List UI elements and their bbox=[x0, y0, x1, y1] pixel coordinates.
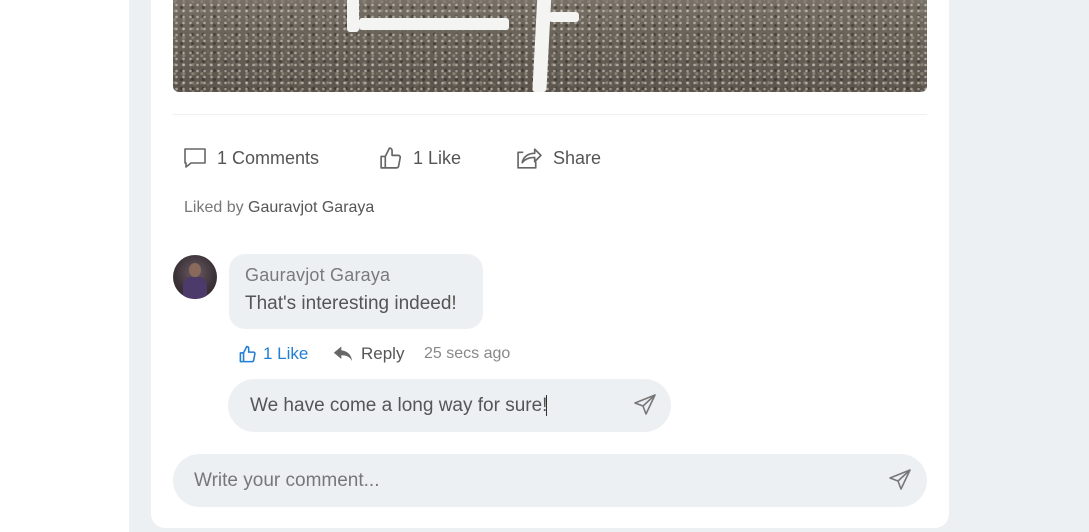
share-label: Share bbox=[553, 147, 602, 168]
reply-icon bbox=[333, 346, 353, 362]
comment-author[interactable]: Gauravjot Garaya bbox=[245, 265, 390, 286]
share-button[interactable]: Share bbox=[516, 144, 601, 172]
share-icon bbox=[517, 147, 542, 169]
comment-like-button[interactable]: 1 Like bbox=[238, 343, 308, 365]
post-image bbox=[173, 0, 927, 92]
comment-bubble: Gauravjot Garaya That's interesting inde… bbox=[229, 254, 483, 329]
like-post-button[interactable]: 1 Like bbox=[378, 144, 461, 172]
comment-icon bbox=[184, 148, 206, 168]
comment-reply-button[interactable]: Reply bbox=[333, 343, 404, 365]
comment-timestamp: 25 secs ago bbox=[424, 345, 511, 362]
reply-input-value[interactable]: We have come a long way for sure! bbox=[250, 395, 548, 417]
reply-input[interactable]: We have come a long way for sure! bbox=[228, 379, 671, 432]
thumbs-up-icon bbox=[380, 146, 402, 169]
comments-button[interactable]: 1 Comments bbox=[183, 144, 319, 172]
send-icon[interactable] bbox=[888, 468, 912, 492]
likes-count-label: 1 Like bbox=[413, 147, 462, 168]
commenter-avatar[interactable] bbox=[173, 255, 217, 299]
post-divider bbox=[173, 114, 927, 115]
liked-by-prefix: Liked by bbox=[184, 199, 244, 216]
comment-like-label: 1 Like bbox=[263, 344, 309, 363]
liked-by-name[interactable]: Gauravjot Garaya bbox=[248, 199, 374, 216]
comment-input-placeholder[interactable]: Write your comment... bbox=[194, 470, 379, 492]
liked-by-text: Liked by Gauravjot Garaya bbox=[184, 199, 374, 217]
send-icon[interactable] bbox=[633, 393, 657, 417]
comment-text: That's interesting indeed! bbox=[245, 293, 457, 314]
comment-reply-label: Reply bbox=[361, 344, 405, 363]
thumbs-up-icon bbox=[239, 345, 256, 362]
comments-count-label: 1 Comments bbox=[217, 147, 320, 168]
comment-input[interactable]: Write your comment... bbox=[173, 454, 927, 507]
